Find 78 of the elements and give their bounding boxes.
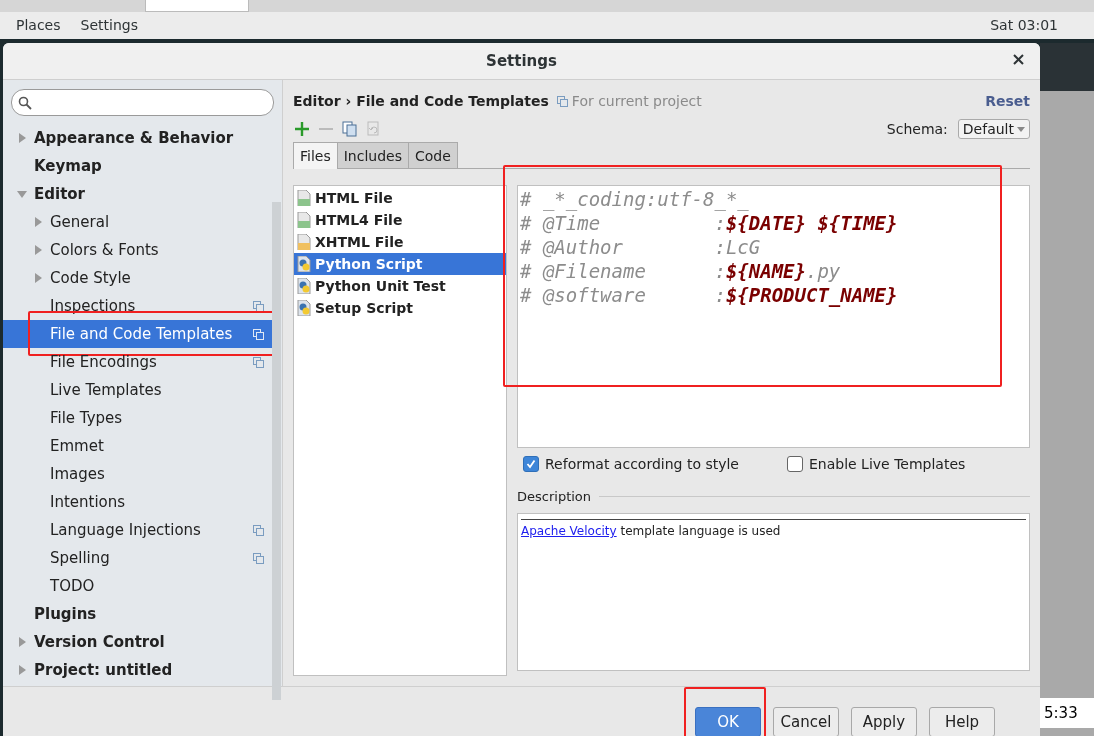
python-file-icon bbox=[297, 300, 311, 316]
sidebar-item[interactable]: Appearance & Behavior bbox=[3, 124, 272, 152]
template-item[interactable]: HTML File bbox=[294, 187, 506, 209]
sidebar-item[interactable]: Inspections bbox=[3, 292, 272, 320]
code-line: # @software :${PRODUCT_NAME} bbox=[520, 284, 899, 308]
top-bar-menu[interactable]: Settings bbox=[80, 17, 138, 34]
desktop-background bbox=[1040, 43, 1094, 91]
sidebar-item[interactable]: TODO bbox=[3, 572, 272, 600]
sidebar-item[interactable]: General bbox=[3, 208, 272, 236]
sidebar-item[interactable]: Language Injections bbox=[3, 516, 272, 544]
sidebar-item[interactable]: File Encodings bbox=[3, 348, 272, 376]
sidebar-item[interactable]: Version Control bbox=[3, 628, 272, 656]
file-icon bbox=[297, 234, 311, 250]
template-item[interactable]: XHTML File bbox=[294, 231, 506, 253]
collapsed-arrow-icon[interactable] bbox=[33, 217, 43, 227]
window-title: Settings bbox=[486, 52, 557, 70]
sidebar-item[interactable]: Colors & Fonts bbox=[3, 236, 272, 264]
code-editor[interactable]: # _*_coding:utf-8_*_ # @Time :${DATE} ${TIME} # @Author :LcG # @Filename :${NAME}.py # @software :${PRODUCT_NAME} bbox=[517, 185, 1030, 448]
sidebar-item[interactable]: Images bbox=[3, 460, 272, 488]
schema-dropdown[interactable]: Default bbox=[957, 119, 1030, 139]
sidebar-item[interactable]: Live Templates bbox=[3, 376, 272, 404]
collapsed-arrow-icon[interactable] bbox=[17, 637, 27, 647]
scope-label: For current project bbox=[571, 93, 702, 109]
browser-tab[interactable] bbox=[145, 0, 249, 12]
template-item[interactable]: Setup Script bbox=[294, 297, 506, 319]
python-file-icon bbox=[297, 278, 311, 294]
sidebar-item[interactable]: Keymap bbox=[3, 152, 272, 180]
clock: Sat 03:01 bbox=[990, 17, 1058, 34]
template-item[interactable]: HTML4 File bbox=[294, 209, 506, 231]
sidebar-item[interactable]: File and Code Templates bbox=[3, 320, 272, 348]
checkbox[interactable] bbox=[523, 456, 539, 472]
expanded-arrow-icon[interactable] bbox=[17, 189, 27, 199]
copy-icon bbox=[556, 95, 568, 107]
copy-icon[interactable] bbox=[341, 120, 359, 138]
caret-icon bbox=[1017, 126, 1025, 132]
reset-link[interactable]: Reset bbox=[985, 93, 1030, 109]
tab[interactable]: Includes bbox=[336, 142, 409, 168]
dialog-button[interactable]: Apply bbox=[851, 707, 917, 736]
breadcrumb: Editor › File and Code Templates bbox=[293, 93, 549, 109]
top-bar-menu[interactable]: Places bbox=[16, 17, 61, 34]
sidebar-item[interactable]: Editor bbox=[3, 180, 272, 208]
schema-label: Schema: bbox=[886, 121, 948, 137]
template-item[interactable]: Python Script bbox=[294, 253, 506, 275]
dialog-button[interactable]: OK bbox=[695, 707, 761, 736]
tab[interactable]: Code bbox=[408, 142, 458, 168]
add-icon[interactable] bbox=[293, 120, 311, 138]
link[interactable]: Apache Velocity bbox=[521, 524, 617, 538]
python-file-icon bbox=[297, 256, 311, 272]
tab[interactable]: Files bbox=[293, 142, 338, 169]
collapsed-arrow-icon[interactable] bbox=[17, 133, 27, 143]
description-text: Apache Velocity template language is used bbox=[521, 524, 782, 538]
sidebar-item[interactable]: File Types bbox=[3, 404, 272, 432]
checkbox-option[interactable]: Reformat according to style bbox=[523, 456, 739, 472]
sidebar-item[interactable]: Project: untitled bbox=[3, 656, 272, 684]
code-line: # @Author :LcG bbox=[520, 236, 762, 260]
collapsed-arrow-icon[interactable] bbox=[33, 245, 43, 255]
section-title: Description bbox=[517, 489, 592, 504]
scrollbar[interactable] bbox=[272, 202, 281, 700]
code-line: # _*_coding:utf-8_*_ bbox=[520, 188, 750, 212]
sidebar-item[interactable]: Intentions bbox=[3, 488, 272, 516]
collapsed-arrow-icon[interactable] bbox=[17, 665, 27, 675]
sidebar-item[interactable]: Emmet bbox=[3, 432, 272, 460]
search-icon bbox=[18, 95, 32, 110]
clock: 5:33 bbox=[1040, 698, 1094, 728]
code-line: # @Time :${DATE} ${TIME} bbox=[520, 212, 899, 236]
sidebar-item[interactable]: Plugins bbox=[3, 600, 272, 628]
file-icon bbox=[297, 212, 311, 228]
collapsed-arrow-icon[interactable] bbox=[33, 273, 43, 283]
search-field[interactable] bbox=[11, 89, 274, 116]
dialog-button[interactable]: Cancel bbox=[773, 707, 839, 736]
checkbox-option[interactable]: Enable Live Templates bbox=[787, 456, 966, 472]
code-line: # @Filename :${NAME}.py bbox=[520, 260, 842, 284]
checkbox[interactable] bbox=[787, 456, 803, 472]
sidebar-item[interactable]: Code Style bbox=[3, 264, 272, 292]
sidebar-item[interactable]: Spelling bbox=[3, 544, 272, 572]
file-icon bbox=[297, 190, 311, 206]
template-item[interactable]: Python Unit Test bbox=[294, 275, 506, 297]
dialog-button[interactable]: Help bbox=[929, 707, 995, 736]
